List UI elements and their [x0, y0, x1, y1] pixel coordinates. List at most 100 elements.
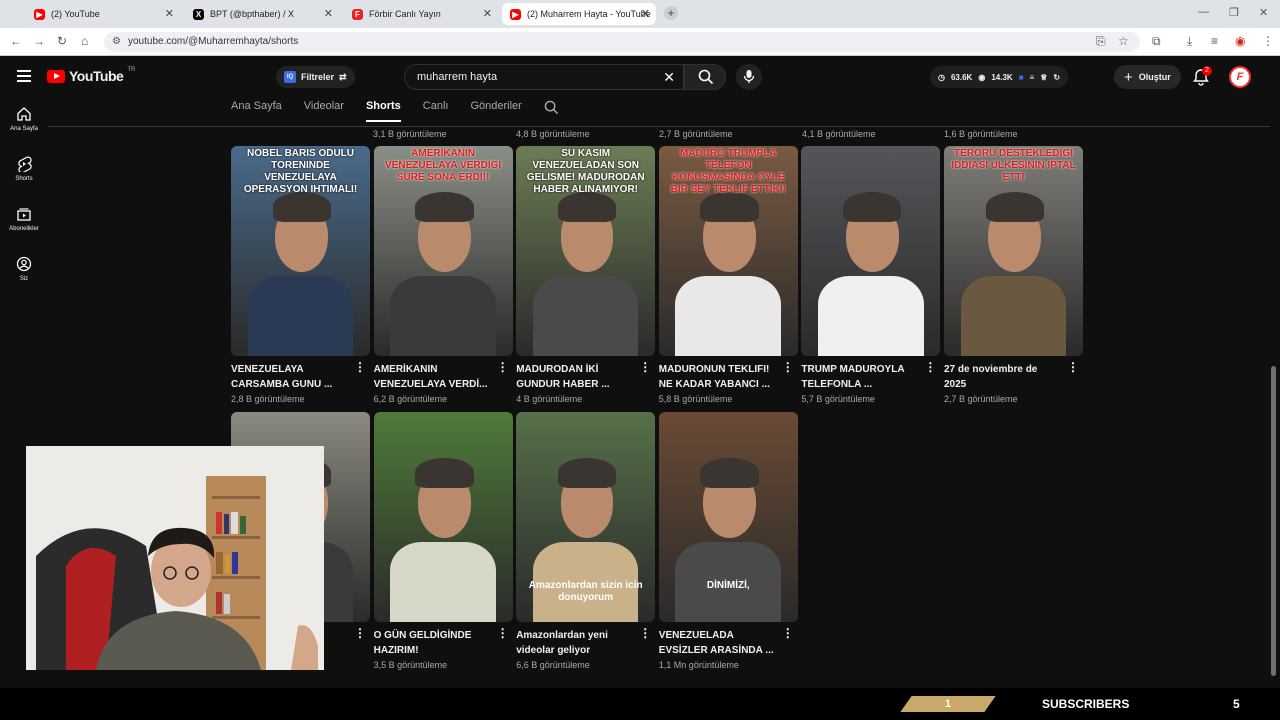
forward-icon[interactable]: →	[33, 34, 45, 48]
short-views: 5,7 B görüntüleme	[801, 394, 875, 404]
more-options-icon[interactable]: ⋮	[497, 626, 509, 640]
sidebar-item-shorts[interactable]: Shorts	[0, 156, 48, 206]
more-options-icon[interactable]: ⋮	[639, 360, 651, 374]
address-bar: ← → ↻ ⌂ ⚙ youtube.com/@Muharremhayta/sho…	[0, 28, 1280, 56]
short-title[interactable]: MADURONUN TEKLIFI! NE KADAR YABANCI ...	[659, 362, 777, 392]
thumbnail-figure	[532, 276, 639, 356]
short-card[interactable]: AMERIKANIN VENEZUELAYA VERDIGI SURE SONA…	[373, 146, 513, 404]
short-title[interactable]: 27 de noviembre de 2025	[944, 362, 1062, 392]
short-thumbnail[interactable]: MADURO TRUMPLA TELEFON KONUSMASINDA OYLE…	[658, 146, 798, 356]
browser-tab[interactable]: ▶ (2) YouTube ✕	[26, 3, 180, 25]
more-options-icon[interactable]: ⋮	[924, 360, 936, 374]
short-card[interactable]: NOBEL BARIS ODULU TORENINDE VENEZUELAYA …	[231, 146, 370, 404]
eye-icon: ◉	[978, 72, 986, 82]
voice-search-button[interactable]	[736, 64, 762, 90]
clear-icon[interactable]: ✕	[663, 65, 675, 89]
more-options-icon[interactable]: ⋮	[497, 360, 509, 374]
short-title[interactable]: AMERİKANIN VENEZUELAYA VERDİ...	[374, 362, 492, 392]
thumbnail-caption: AMERIKANIN VENEZUELAYA VERDIGI SURE SONA…	[385, 148, 502, 183]
short-card[interactable]: DİNİMİZİ, VENEZUELADA EVSİZLER ARASİNDA .…	[658, 412, 798, 670]
divider	[48, 126, 1270, 127]
minimize-icon[interactable]: —	[1198, 6, 1209, 18]
tab-videos[interactable]: Videolar	[304, 100, 344, 122]
download-icon[interactable]: ⤓	[1187, 34, 1192, 49]
search-button[interactable]	[684, 64, 726, 90]
sidebar-item-home[interactable]: Ana Sayfa	[0, 106, 48, 156]
close-icon[interactable]: ✕	[483, 7, 492, 20]
short-title[interactable]: TRUMP MADUROYLA TELEFONLA ...	[801, 362, 919, 392]
search-icon[interactable]	[544, 100, 559, 115]
more-options-icon[interactable]: ⋮	[1067, 360, 1079, 374]
site-info-icon[interactable]: ⚙	[112, 32, 121, 52]
more-options-icon[interactable]: ⋮	[782, 360, 794, 374]
short-thumbnail[interactable]: Amazonlardan sizin icin donuyorum	[516, 412, 656, 622]
menu-icon[interactable]	[17, 70, 31, 85]
short-views: 6,6 B görüntüleme	[516, 660, 590, 670]
tab-posts[interactable]: Gönderiler	[470, 100, 521, 122]
extension-stats[interactable]: ◷ 63.6K ◉ 14.3K ■ ≡ ♕ ↻	[930, 66, 1069, 88]
youtube-logo[interactable]: YouTube TR	[47, 67, 135, 84]
create-button[interactable]: + Oluştur	[1114, 65, 1181, 89]
search-input[interactable]: muharrem hayta ✕	[404, 64, 684, 90]
short-thumbnail[interactable]	[373, 412, 513, 622]
profile-icon[interactable]: ◉	[1235, 34, 1245, 48]
webcam-overlay	[26, 446, 324, 670]
short-title[interactable]: VENEZUELADA EVSİZLER ARASİNDA ...	[659, 628, 777, 658]
short-views: 2,7 B görüntüleme	[659, 129, 733, 139]
short-thumbnail[interactable]: NOBEL BARIS ODULU TORENINDE VENEZUELAYA …	[231, 146, 370, 356]
sidebar-item-label: Siz	[19, 276, 29, 282]
short-card[interactable]: SU KASIM VENEZUELADAN SON GELISME! MADUR…	[516, 146, 656, 404]
short-card[interactable]: TERORU DESTEKLEDIGI IDDIASI ULKESININ IP…	[944, 146, 1083, 404]
more-options-icon[interactable]: ⋮	[354, 360, 366, 374]
browser-tab[interactable]: F Förbir Canlı Yayın ✕	[344, 3, 498, 25]
tab-shorts[interactable]: Shorts	[365, 100, 401, 122]
scrollbar[interactable]	[1271, 366, 1276, 676]
window-close-icon[interactable]: ✕	[1259, 6, 1268, 19]
short-thumbnail[interactable]: SU KASIM VENEZUELADAN SON GELISME! MADUR…	[516, 146, 656, 356]
short-thumbnail[interactable]: TERORU DESTEKLEDIGI IDDIASI ULKESININ IP…	[944, 146, 1083, 356]
new-tab-button[interactable]: +	[664, 6, 678, 20]
close-icon[interactable]: ✕	[324, 7, 333, 20]
extensions-icon[interactable]: ⧉	[1152, 34, 1161, 49]
short-card[interactable]: MADURO TRUMPLA TELEFON KONUSMASINDA OYLE…	[658, 146, 798, 404]
reload-icon[interactable]: ↻	[57, 34, 67, 48]
browser-tab-active[interactable]: ▶ (2) Muharrem Hayta - YouTube ✕	[502, 3, 656, 25]
install-icon[interactable]: ⎘	[1096, 34, 1106, 49]
close-icon[interactable]: ✕	[165, 7, 174, 20]
avatar[interactable]: F	[1229, 66, 1251, 88]
short-card[interactable]: Amazonlardan sizin icin donuyorum Amazonl…	[516, 412, 656, 670]
tab-live[interactable]: Canlı	[423, 100, 449, 122]
close-icon[interactable]: ✕	[641, 7, 650, 20]
short-title[interactable]: MADURODAN İKİ GUNDUR HABER ...	[516, 362, 634, 392]
filters-button[interactable]: IQ Filtreler ⇄	[276, 66, 355, 88]
streamer-camera-feed	[26, 446, 324, 670]
menu-dots-icon[interactable]: ⋮	[1262, 34, 1274, 48]
short-thumbnail[interactable]: AMERIKANIN VENEZUELAYA VERDIGI SURE SONA…	[373, 146, 513, 356]
short-title[interactable]: Amazonlardan yeni videolar geliyor	[516, 628, 634, 658]
thumbnail-figure	[843, 192, 902, 222]
subscriber-goal: 5	[1233, 697, 1240, 711]
browser-tab-title: (2) YouTube	[51, 9, 100, 19]
sidebar-item-subscriptions[interactable]: Abonelikler	[0, 206, 48, 256]
browser-tab-title: (2) Muharrem Hayta - YouTube	[527, 9, 651, 19]
browser-tab[interactable]: X BPT (@bpthaber) / X ✕	[185, 3, 339, 25]
short-thumbnail[interactable]	[801, 146, 941, 356]
stat-a: 63.6K	[950, 72, 973, 82]
tab-home[interactable]: Ana Sayfa	[231, 100, 282, 122]
extension-badge-icon: ■	[1018, 72, 1024, 82]
sidebar-item-you[interactable]: Siz	[0, 256, 48, 306]
short-thumbnail[interactable]: DİNİMİZİ,	[658, 412, 798, 622]
back-icon[interactable]: ←	[10, 34, 22, 48]
more-options-icon[interactable]: ⋮	[782, 626, 794, 640]
bookmark-star-icon[interactable]: ☆	[1118, 34, 1129, 48]
short-card[interactable]: O GÜN GELDİGİNDE HAZIRIM! ⋮ 3,5 B görüntül…	[373, 412, 513, 670]
short-title[interactable]: VENEZUELAYA CARSAMBA GUNU ...	[231, 362, 349, 392]
more-options-icon[interactable]: ⋮	[354, 626, 366, 640]
media-icon[interactable]: ≡	[1211, 34, 1218, 48]
short-card[interactable]: TRUMP MADUROYLA TELEFONLA ... ⋮ 5,7 B görü…	[801, 146, 941, 404]
home-browser-icon[interactable]: ⌂	[81, 34, 88, 48]
url-field[interactable]: ⚙ youtube.com/@Muharremhayta/shorts	[104, 32, 1140, 52]
short-title[interactable]: O GÜN GELDİGİNDE HAZIRIM!	[374, 628, 492, 658]
more-options-icon[interactable]: ⋮	[639, 626, 651, 640]
restore-icon[interactable]: ❐	[1229, 6, 1239, 19]
